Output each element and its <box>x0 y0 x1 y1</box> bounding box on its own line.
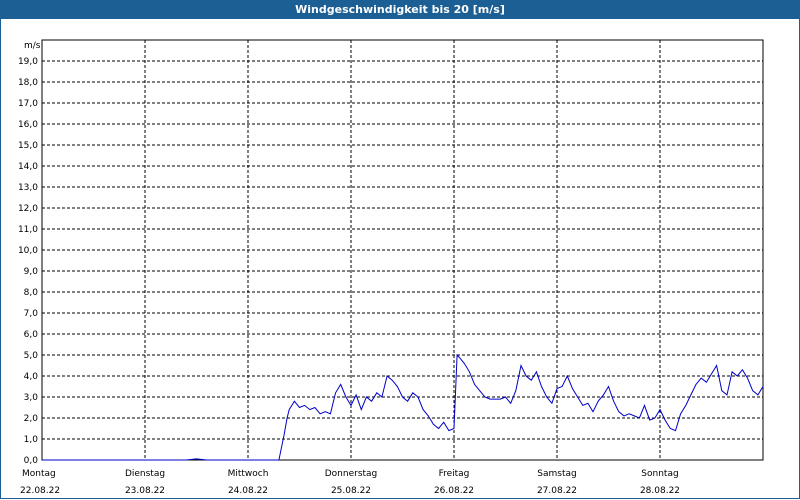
x-tick-date: 24.08.22 <box>228 486 268 496</box>
y-axis-ticks: 0,0 1,0 2,0 3,0 4,0 5,0 6,0 7,0 8,0 9,0 10,0 11,0 12… <box>18 57 38 466</box>
y-tick-label: 11,0 <box>18 225 38 235</box>
x-tick-day: Sonntag <box>641 469 678 479</box>
wind-speed-chart: m/s 0,0 1,0 2,0 3,0 4,0 5,0 6,0 7,0 8,0 9,0 10,0 11… <box>18 39 764 496</box>
y-tick-label: 10,0 <box>18 246 38 256</box>
y-tick-label: 1,0 <box>24 435 39 445</box>
x-tick-date: 26.08.22 <box>434 486 474 496</box>
y-tick-label: 16,0 <box>18 120 38 130</box>
x-tick-day: Freitag <box>439 469 470 479</box>
x-tick-day: Montag <box>22 469 56 479</box>
y-axis-label: m/s <box>24 41 41 51</box>
y-tick-label: 15,0 <box>18 141 38 151</box>
y-tick-label: 13,0 <box>18 183 38 193</box>
x-tick-date: 23.08.22 <box>125 486 165 496</box>
x-tick-day: Mittwoch <box>228 469 269 479</box>
x-tick-date: 22.08.22 <box>20 486 60 496</box>
y-tick-label: 12,0 <box>18 204 38 214</box>
y-tick-label: 19,0 <box>18 57 38 67</box>
x-axis-ticks: Montag 22.08.22 Dienstag 23.08.22 Mittwoch 24… <box>20 469 680 496</box>
x-tick-day: Dienstag <box>125 469 165 479</box>
x-tick-date: 28.08.22 <box>640 486 680 496</box>
x-tick-day: Samstag <box>537 469 576 479</box>
y-tick-label: 2,0 <box>24 414 39 424</box>
y-tick-label: 18,0 <box>18 78 38 88</box>
y-tick-label: 9,0 <box>24 267 39 277</box>
y-tick-label: 14,0 <box>18 162 38 172</box>
y-tick-label: 3,0 <box>24 393 39 403</box>
series-line <box>42 353 764 461</box>
x-tick-date: 27.08.22 <box>537 486 577 496</box>
y-tick-label: 8,0 <box>24 288 39 298</box>
x-tick-date: 25.08.22 <box>331 486 371 496</box>
y-tick-label: 7,0 <box>24 309 39 319</box>
y-tick-label: 5,0 <box>24 351 39 361</box>
y-tick-label: 6,0 <box>24 330 39 340</box>
x-tick-day: Donnerstag <box>325 469 378 479</box>
y-tick-label: 4,0 <box>24 372 39 382</box>
y-tick-label: 17,0 <box>18 99 38 109</box>
y-tick-label: 0,0 <box>24 456 39 466</box>
